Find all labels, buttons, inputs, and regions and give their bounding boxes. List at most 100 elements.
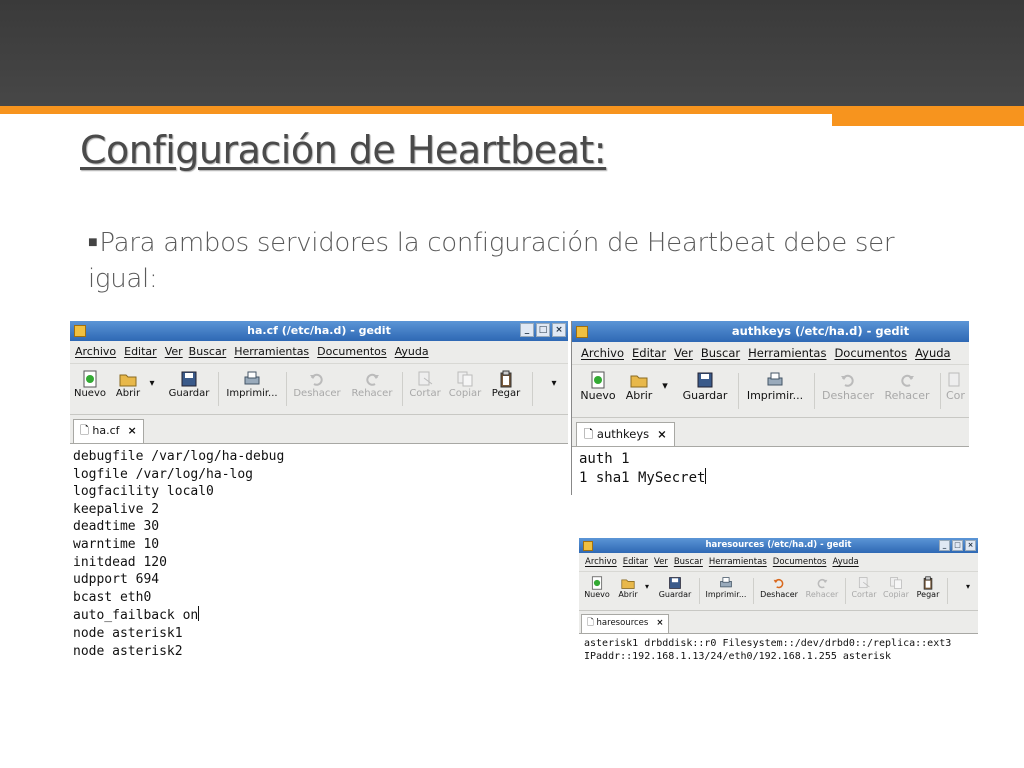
folder-icon	[621, 579, 635, 589]
menu-buscar[interactable]: Buscar	[189, 341, 227, 363]
menu-ayuda[interactable]: Ayuda	[915, 342, 951, 364]
menu-documentos[interactable]: Documentos	[834, 342, 907, 364]
code-line: debugfile /var/log/ha-debug	[73, 449, 285, 464]
printer-icon	[720, 577, 732, 588]
menu-documentos[interactable]: Documentos	[317, 341, 386, 363]
copy-button[interactable]: Copiar	[881, 576, 911, 599]
editor-area[interactable]: auth 11 sha1 MySecret	[572, 447, 969, 487]
printer-icon	[767, 372, 783, 386]
new-button[interactable]: Nuevo	[578, 371, 618, 402]
bullet-icon: ■	[88, 232, 98, 251]
undo-icon	[841, 374, 854, 387]
editor-area[interactable]: asterisk1 drbddisk::r0 Filesystem::/dev/…	[579, 634, 978, 662]
print-button[interactable]: Imprimir...	[703, 576, 749, 599]
menu-herramientas[interactable]: Herramientas	[709, 553, 767, 571]
tab-close-icon[interactable]: ×	[657, 427, 667, 441]
tab-haresources[interactable]: 🗋 haresources ×	[581, 614, 670, 633]
copy-icon	[890, 577, 902, 589]
code-line-with-caret: 1 sha1 MySecret	[579, 468, 707, 486]
print-button[interactable]: Imprimir...	[744, 371, 806, 402]
menu-ayuda[interactable]: Ayuda	[395, 341, 429, 363]
redo-button[interactable]: Rehacer	[350, 370, 394, 399]
open-dropdown[interactable]: ▾	[147, 378, 157, 389]
redo-button[interactable]: Rehacer	[803, 576, 841, 599]
slide-title: Configuración de Heartbeat:	[80, 128, 607, 172]
paste-button[interactable]: Pegar	[488, 370, 524, 399]
menu-ver[interactable]: Ver	[165, 341, 183, 363]
code-line: asterisk1 drbddisk::r0 Filesystem::/dev/…	[584, 638, 952, 649]
tab-close-icon[interactable]: ×	[656, 618, 663, 628]
minimize-icon[interactable]: _	[939, 540, 950, 551]
open-dropdown[interactable]: ▾	[643, 582, 651, 591]
menu-ver[interactable]: Ver	[674, 342, 693, 364]
save-button[interactable]: Guardar	[680, 371, 730, 402]
menu-editar[interactable]: Editar	[124, 341, 157, 363]
code-line: keepalive 2	[73, 501, 160, 517]
menu-archivo[interactable]: Archivo	[585, 553, 617, 571]
code-line: warntime 10	[73, 536, 160, 552]
open-button[interactable]: Abrir	[622, 371, 656, 402]
maximize-icon[interactable]: □	[952, 540, 963, 551]
close-icon[interactable]: ×	[552, 323, 566, 337]
copy-button[interactable]: Copiar	[448, 370, 482, 399]
editor-area[interactable]: debugfile /var/log/ha-debug logfile /var/…	[70, 444, 568, 657]
clipboard-icon	[923, 576, 933, 590]
undo-button[interactable]: Deshacer	[820, 371, 876, 402]
window-title: haresources (/etc/ha.d) - gedit	[705, 540, 852, 550]
undo-button[interactable]: Deshacer	[292, 370, 342, 399]
tab-authkeys[interactable]: 🗋 authkeys ×	[576, 422, 675, 446]
code-line-with-caret: auto_failback on	[73, 606, 200, 624]
code-line: logfile /var/log/ha-log	[73, 466, 254, 482]
redo-button[interactable]: Rehacer	[882, 371, 932, 402]
clipboard-icon	[500, 370, 512, 388]
menubar: Archivo Editar Ver Buscar Herramientas Docume…	[579, 553, 978, 572]
toolbar: Nuevo Abrir ▾ Guardar Imprimir... Deshac…	[572, 365, 969, 418]
print-button[interactable]: Imprimir...	[224, 370, 280, 399]
toolbar-overflow-button[interactable]: ▾	[963, 582, 973, 591]
accent-tab	[832, 114, 1024, 126]
menu-archivo[interactable]: Archivo	[75, 341, 116, 363]
menu-herramientas[interactable]: Herramientas	[234, 341, 309, 363]
menu-editar[interactable]: Editar	[632, 342, 666, 364]
menu-editar[interactable]: Editar	[623, 553, 648, 571]
cut-button[interactable]: Cortar	[849, 576, 879, 599]
menu-archivo[interactable]: Archivo	[581, 342, 624, 364]
undo-button[interactable]: Deshacer	[757, 576, 801, 599]
new-document-icon	[591, 371, 605, 389]
minimize-icon[interactable]: _	[520, 323, 534, 337]
save-icon	[181, 371, 197, 387]
menu-herramientas[interactable]: Herramientas	[748, 342, 826, 364]
open-button[interactable]: Abrir	[615, 576, 641, 599]
gedit-window-hacf: ha.cf (/etc/ha.d) - gedit _ □ × Archivo E…	[70, 321, 568, 657]
tab-close-icon[interactable]: ×	[128, 424, 137, 437]
maximize-icon[interactable]: □	[536, 323, 550, 337]
save-icon	[697, 372, 713, 388]
new-button[interactable]: Nuevo	[73, 370, 107, 399]
save-button[interactable]: Guardar	[166, 370, 212, 399]
tab-hacf[interactable]: 🗋 ha.cf ×	[73, 419, 144, 443]
open-button[interactable]: Abrir	[112, 370, 144, 399]
close-icon[interactable]: ×	[965, 540, 976, 551]
tab-bar: 🗋 haresources ×	[579, 611, 978, 634]
tab-label: ha.cf	[92, 424, 120, 437]
paste-button[interactable]: Pegar	[913, 576, 943, 599]
menu-buscar[interactable]: Buscar	[701, 342, 740, 364]
cut-button-partial[interactable]: Cor	[946, 371, 969, 402]
menu-ver[interactable]: Ver	[654, 553, 668, 571]
window-title: ha.cf (/etc/ha.d) - gedit	[247, 324, 391, 337]
menu-buscar[interactable]: Buscar	[674, 553, 703, 571]
new-button[interactable]: Nuevo	[582, 576, 612, 599]
menu-ayuda[interactable]: Ayuda	[832, 553, 858, 571]
text-caret	[705, 468, 707, 484]
accent-line	[0, 106, 1024, 114]
code-line: initdead 120	[73, 554, 167, 570]
toolbar-overflow-button[interactable]: ▾	[548, 378, 560, 389]
menu-documentos[interactable]: Documentos	[773, 553, 827, 571]
save-button[interactable]: Guardar	[655, 576, 695, 599]
open-dropdown[interactable]: ▾	[660, 379, 670, 392]
redo-icon	[817, 578, 828, 589]
toolbar: Nuevo Abrir ▾ Guardar Imprimir... Deshac…	[579, 572, 978, 611]
save-icon	[669, 577, 681, 589]
gedit-window-haresources: haresources (/etc/ha.d) - gedit _ □ × Ar…	[579, 538, 978, 662]
cut-button[interactable]: Cortar	[408, 370, 442, 399]
